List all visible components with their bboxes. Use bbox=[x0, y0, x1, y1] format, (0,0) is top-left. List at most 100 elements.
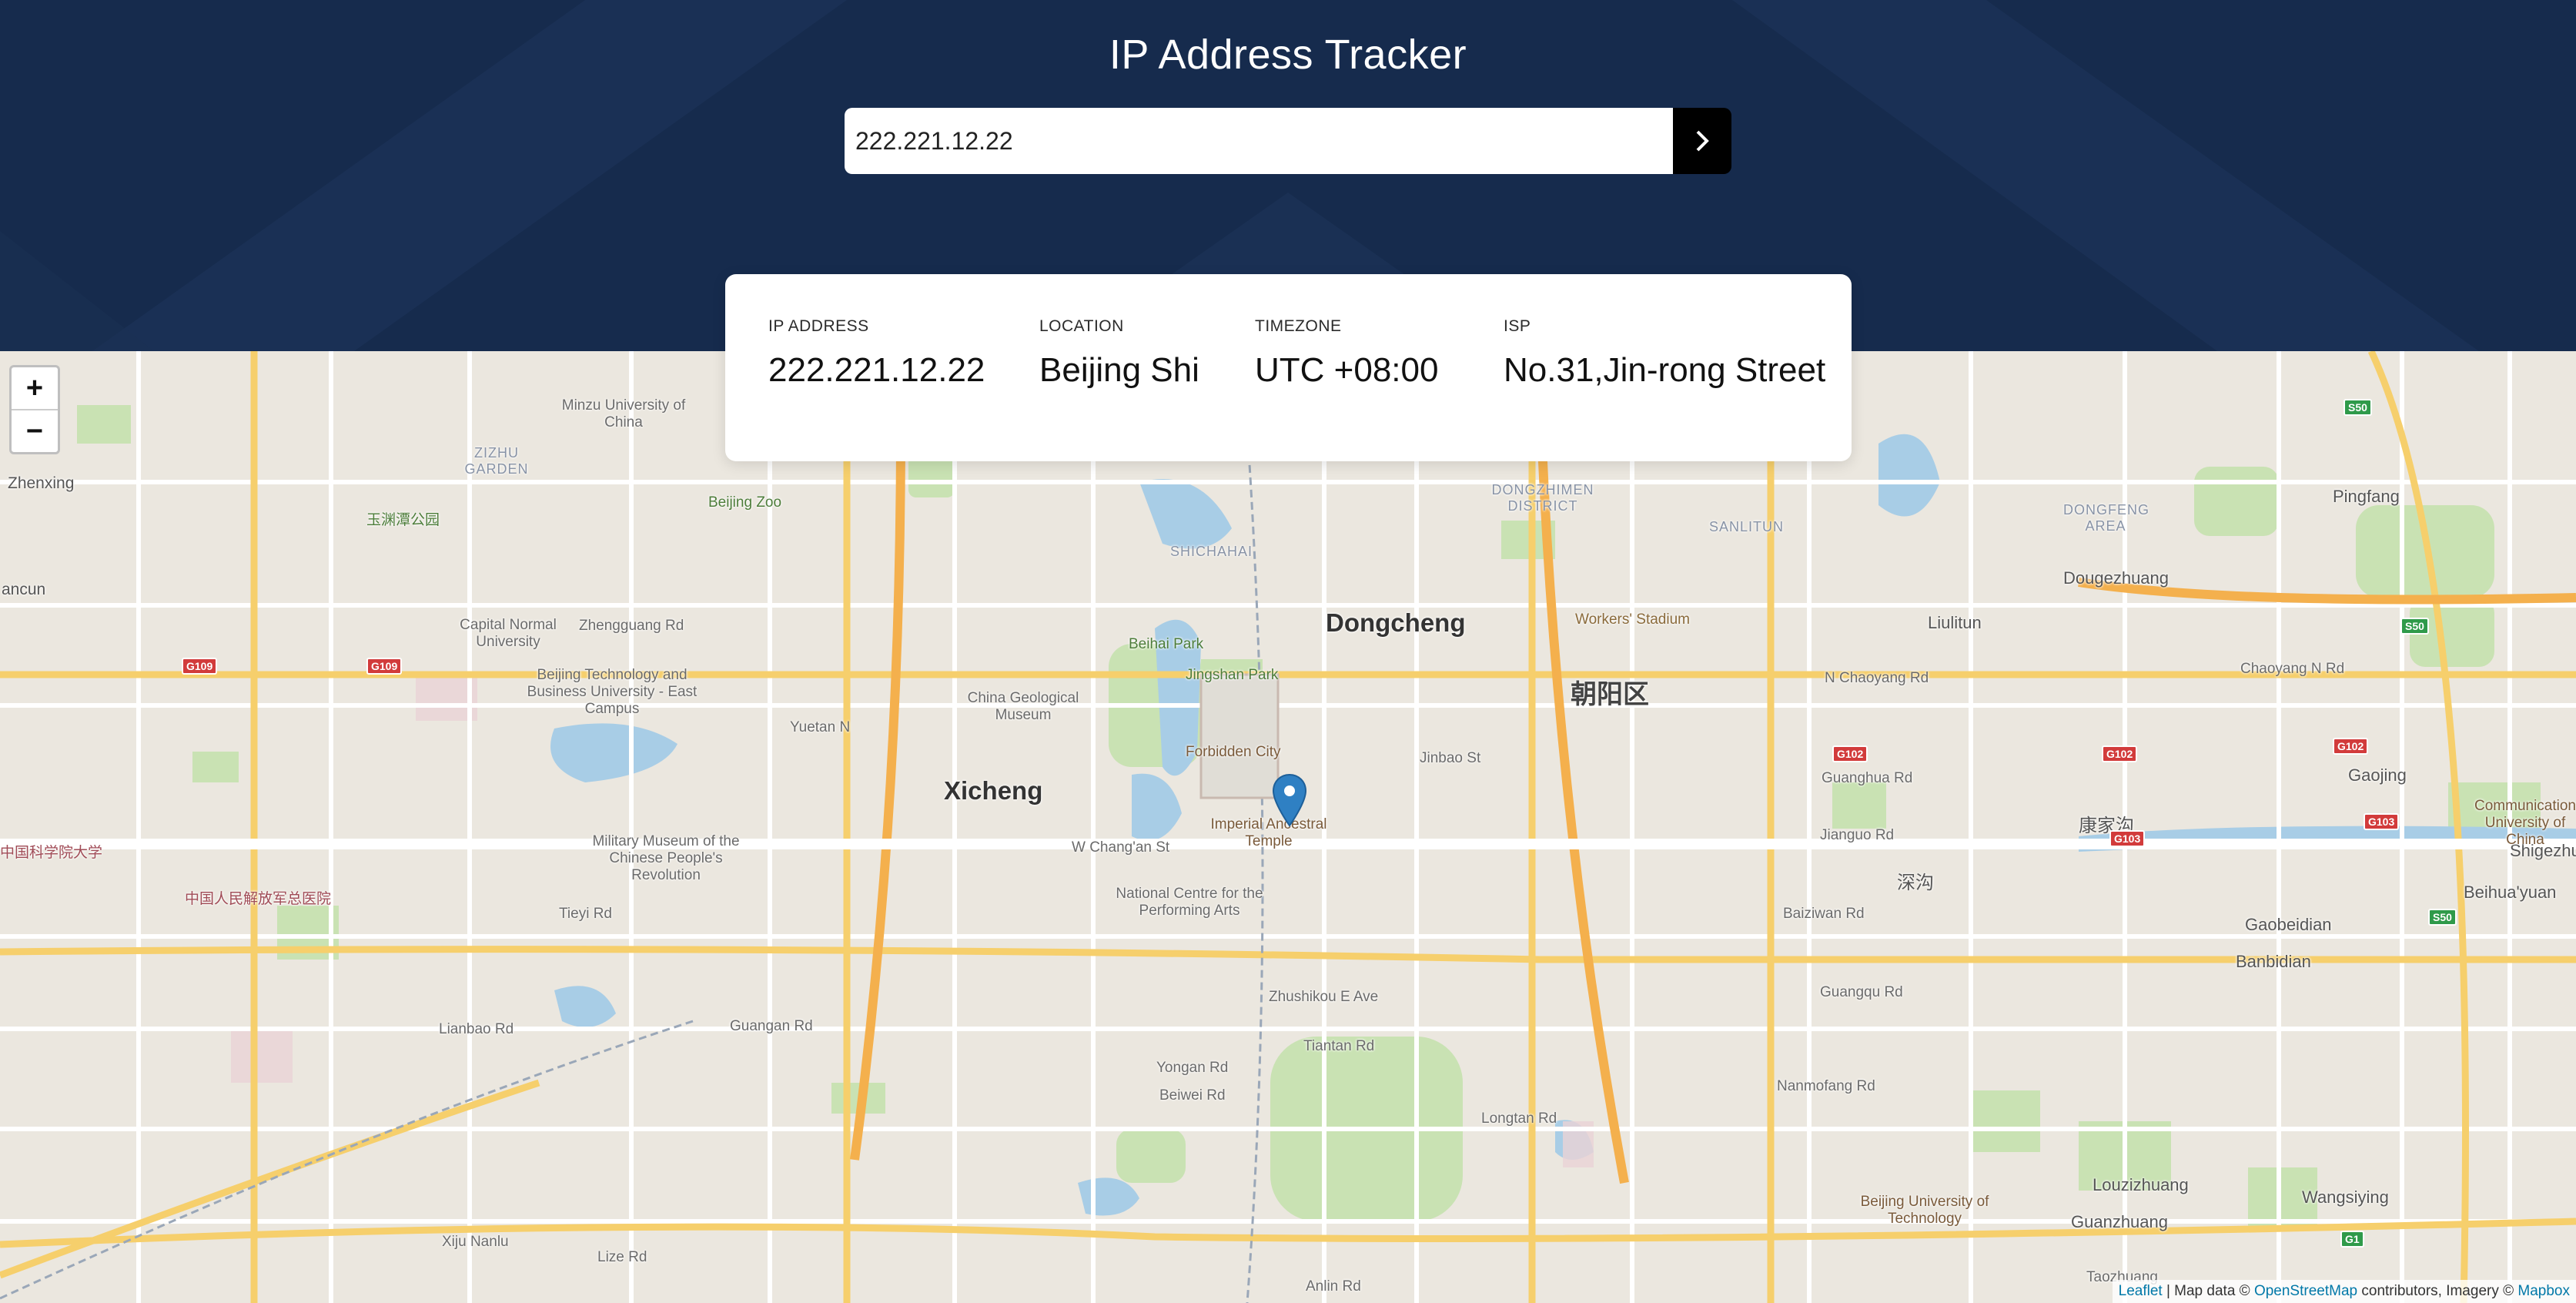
map-label-lianbao-rd: Lianbao Rd bbox=[439, 1021, 514, 1037]
map-label-chaoyang: 朝阳区 bbox=[1571, 680, 1649, 709]
map-label-minzu-university: Minzu University of China bbox=[561, 397, 686, 430]
map-label-guangan-rd: Guangan Rd bbox=[730, 1018, 813, 1034]
isp-value: No.31,Jin-rong Street bbox=[1504, 351, 1826, 389]
zoom-in-button[interactable]: + bbox=[12, 367, 58, 409]
map-label-dongcheng: Dongcheng bbox=[1326, 608, 1466, 637]
map-label-guangqu-rd: Guangqu Rd bbox=[1820, 984, 1903, 1000]
timezone-section: TIMEZONE UTC +08:00 bbox=[1255, 317, 1438, 390]
map-label-tieyi-rd: Tieyi Rd bbox=[559, 906, 612, 922]
map-label-louzizhuang: Louzizhuang bbox=[2093, 1175, 2189, 1194]
map-label-gaojing: Gaojing bbox=[2348, 765, 2407, 785]
openstreetmap-link[interactable]: OpenStreetMap bbox=[2254, 1283, 2357, 1299]
mapbox-link[interactable]: Mapbox bbox=[2517, 1283, 2570, 1299]
isp-label: ISP bbox=[1504, 317, 1531, 335]
shield-g1: G1 bbox=[2340, 1231, 2364, 1248]
map-label-imperial-ancestral-temple: Imperial Ancestral Temple bbox=[1210, 816, 1327, 849]
map-label-beijing-univ-tech: Beijing University of Technology bbox=[1860, 1194, 1989, 1227]
shield-g109: G109 bbox=[182, 658, 218, 675]
shield-s50: S50 bbox=[2343, 399, 2372, 416]
map-label-zhushikou: Zhushikou E Ave bbox=[1269, 989, 1379, 1005]
map-label-beiwei-rd: Beiwei Rd bbox=[1159, 1087, 1226, 1104]
map-label-pingfang: Pingfang bbox=[2333, 487, 2400, 506]
search-submit-button[interactable] bbox=[1673, 108, 1731, 174]
timezone-value: UTC +08:00 bbox=[1255, 351, 1439, 389]
attribution-text-1: | Map data © bbox=[2162, 1283, 2254, 1299]
map-label-beihai-park: Beihai Park bbox=[1129, 636, 1204, 652]
search-form bbox=[845, 108, 1731, 174]
ip-info-card: IP ADDRESS 222.221.12.22 LOCATION Beijin… bbox=[725, 274, 1852, 461]
map-label-national-centre: National Centre for the Performing Arts bbox=[1116, 886, 1263, 919]
map-label-longtan-rd: Longtan Rd bbox=[1481, 1110, 1557, 1127]
map-label-wangsiying: Wangsiying bbox=[2302, 1187, 2389, 1207]
map-label-jingshan-park: Jingshan Park bbox=[1186, 667, 1279, 683]
ip-search-input[interactable] bbox=[845, 108, 1673, 174]
shield-g109: G109 bbox=[366, 658, 403, 675]
map-label-anlin-rd: Anlin Rd bbox=[1306, 1278, 1361, 1295]
map-label-zhongguo-kexue: 中国科学院大学 bbox=[0, 845, 103, 861]
map-label-beijing-technology: Beijing Technology and Business Universi… bbox=[527, 667, 698, 717]
timezone-label: TIMEZONE bbox=[1255, 317, 1342, 335]
map-label-beihua-yuan: Beihua'yuan bbox=[2464, 883, 2557, 902]
map-label-n-chaoyang-rd: N Chaoyang Rd bbox=[1825, 670, 1929, 686]
map-label-baiziwan-rd: Baiziwan Rd bbox=[1783, 906, 1865, 922]
shield-s50: S50 bbox=[2428, 909, 2457, 926]
location-section: LOCATION Beijing Shi bbox=[1039, 317, 1199, 390]
map-label-tiantan-rd: Tiantan Rd bbox=[1303, 1038, 1375, 1054]
shield-g103: G103 bbox=[2109, 830, 2146, 847]
location-label: LOCATION bbox=[1039, 317, 1124, 335]
map-label-liulitun: Liulitun bbox=[1928, 613, 1982, 632]
map-label-zhenxing: Zhenxing bbox=[8, 474, 75, 492]
map-label-workers-stadium: Workers' Stadium bbox=[1575, 611, 1690, 628]
map-label-forbidden-city: Forbidden City bbox=[1186, 744, 1281, 760]
shield-g102: G102 bbox=[2333, 738, 2369, 755]
map-label-guanzhuang: Guanzhuang bbox=[2071, 1212, 2168, 1231]
map-label-jinbao-st: Jinbao St bbox=[1420, 750, 1481, 766]
map-label-yongan-rd: Yongan Rd bbox=[1156, 1060, 1229, 1076]
location-value: Beijing Shi bbox=[1039, 351, 1199, 389]
map-label-chaoyang-n-rd: Chaoyang N Rd bbox=[2240, 661, 2345, 677]
shield-g103: G103 bbox=[2364, 813, 2400, 830]
leaflet-link[interactable]: Leaflet bbox=[2119, 1283, 2163, 1299]
map-label-capital-normal: Capital Normal University bbox=[460, 617, 557, 650]
chevron-right-icon bbox=[1696, 130, 1709, 152]
map-label-dongzhimen: DONGZHIMEN DISTRICT bbox=[1491, 482, 1594, 514]
map-label-guanghua-rd: Guanghua Rd bbox=[1822, 770, 1913, 786]
map-label-jianguo-rd: Jianguo Rd bbox=[1820, 827, 1895, 843]
ip-address-value: 222.221.12.22 bbox=[768, 351, 985, 389]
map-label-shengou: 深沟 bbox=[1897, 873, 1934, 893]
map-label-xiju-nanlu: Xiju Nanlu bbox=[442, 1234, 509, 1250]
map-label-dougezhuang: Dougezhuang bbox=[2063, 568, 2170, 588]
map-label-nanmofang-rd: Nanmofang Rd bbox=[1777, 1078, 1875, 1094]
map-label-china-geological-museum: China Geological Museum bbox=[967, 690, 1079, 723]
map-label-yuyuantan: 玉渊潭公园 bbox=[366, 512, 440, 528]
map-label-military-museum: Military Museum of the Chinese People's … bbox=[592, 833, 740, 883]
map-label-dongfeng-area: DONGFENG AREA bbox=[2063, 502, 2150, 534]
isp-section: ISP No.31,Jin-rong Street bbox=[1504, 317, 1825, 390]
map-label-w-changan: W Chang'an St bbox=[1072, 839, 1170, 856]
zoom-control: + − bbox=[9, 365, 60, 454]
zoom-out-button[interactable]: − bbox=[12, 409, 58, 452]
map-label-zhengguang-rd: Zhengguang Rd bbox=[579, 618, 684, 634]
map-label-sanlitun: SANLITUN bbox=[1709, 519, 1785, 534]
map-label-communication-univ: Communication University of China bbox=[2474, 798, 2576, 848]
location-pin-icon[interactable] bbox=[1271, 773, 1308, 827]
map-label-lize-rd: Lize Rd bbox=[597, 1249, 647, 1265]
map-label-ancun: ancun bbox=[2, 581, 46, 598]
map-label-banbidian: Banbidian bbox=[2236, 952, 2311, 971]
attribution-text-2: contributors, Imagery © bbox=[2357, 1283, 2518, 1299]
map-label-beijing-zoo: Beijing Zoo bbox=[708, 494, 782, 511]
shield-g102: G102 bbox=[1832, 745, 1868, 762]
map-label-hospital-301: 中国人民解放军总医院 bbox=[185, 891, 332, 907]
map-attribution: Leaflet | Map data © OpenStreetMap contr… bbox=[2112, 1280, 2576, 1303]
ip-address-label: IP ADDRESS bbox=[768, 317, 869, 335]
map[interactable]: + − Dongcheng Xicheng 朝阳区 Forbidden City… bbox=[0, 351, 2576, 1303]
map-label-xicheng: Xicheng bbox=[944, 776, 1043, 805]
shield-g102: G102 bbox=[2102, 745, 2138, 762]
map-label-zizhu-garden: ZIZHU GARDEN bbox=[464, 445, 529, 477]
page-title: IP Address Tracker bbox=[1109, 32, 1467, 78]
map-label-shichahai: SHICHAHAI bbox=[1170, 544, 1253, 559]
map-label-yuetan-n: Yuetan N bbox=[790, 719, 851, 735]
map-label-gaobeidian: Gaobeidian bbox=[2245, 915, 2332, 934]
shield-s50: S50 bbox=[2400, 618, 2429, 635]
ip-address-section: IP ADDRESS 222.221.12.22 bbox=[768, 317, 985, 390]
